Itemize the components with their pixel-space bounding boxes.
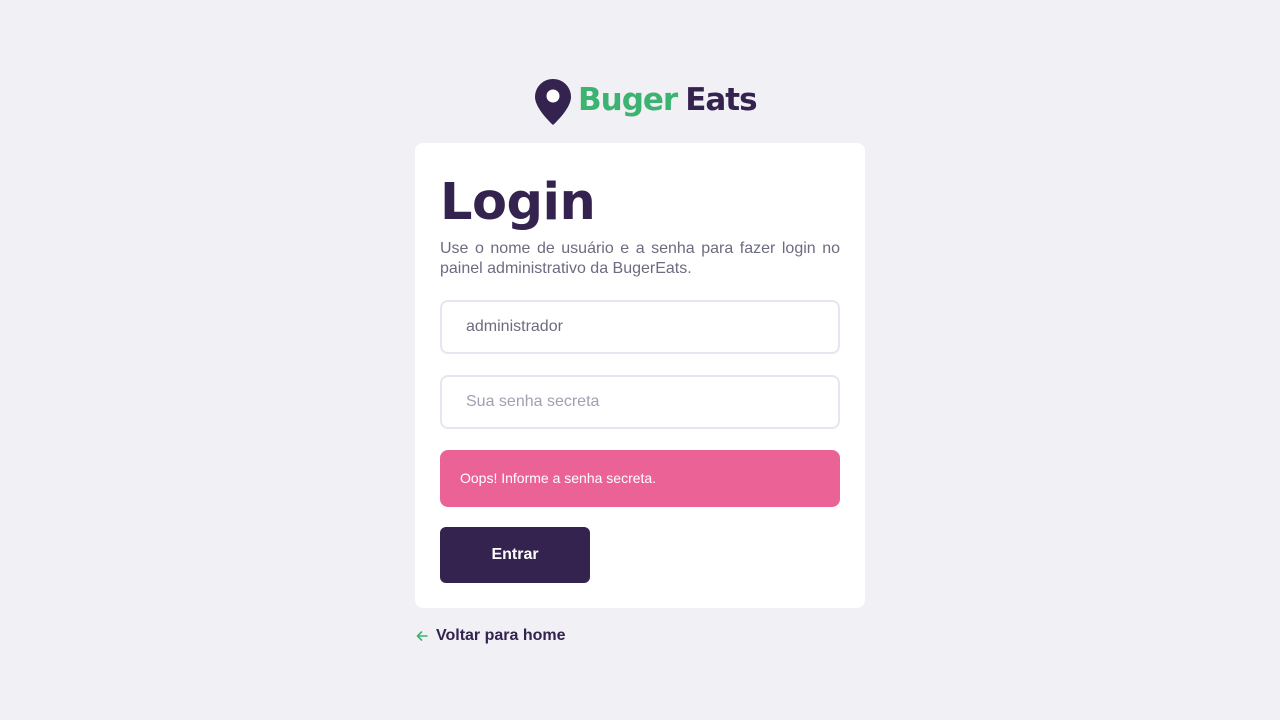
logo-text-eats: Eats bbox=[685, 81, 757, 118]
login-description: Use o nome de usuário e a senha para faz… bbox=[440, 240, 840, 277]
login-page: Buger Eats Login Use o nome de usuário e … bbox=[0, 0, 1280, 720]
logo-text-buger: Buger bbox=[578, 81, 678, 118]
logo-wordmark: Buger Eats bbox=[578, 81, 758, 118]
login-button[interactable]: Entrar bbox=[440, 527, 590, 583]
username-input[interactable] bbox=[440, 300, 840, 354]
error-alert: Oops! Informe a senha secreta. bbox=[440, 450, 840, 507]
arrow-left-icon bbox=[416, 631, 428, 641]
brand-logo: Buger Eats bbox=[534, 77, 758, 127]
password-input[interactable] bbox=[440, 375, 840, 429]
back-to-home-link[interactable]: Voltar para home bbox=[415, 627, 566, 645]
login-card: Login Use o nome de usuário e a senha pa… bbox=[415, 143, 865, 608]
page-title: Login bbox=[440, 173, 596, 232]
location-pin-icon bbox=[535, 79, 571, 125]
back-link-label: Voltar para home bbox=[436, 627, 566, 644]
